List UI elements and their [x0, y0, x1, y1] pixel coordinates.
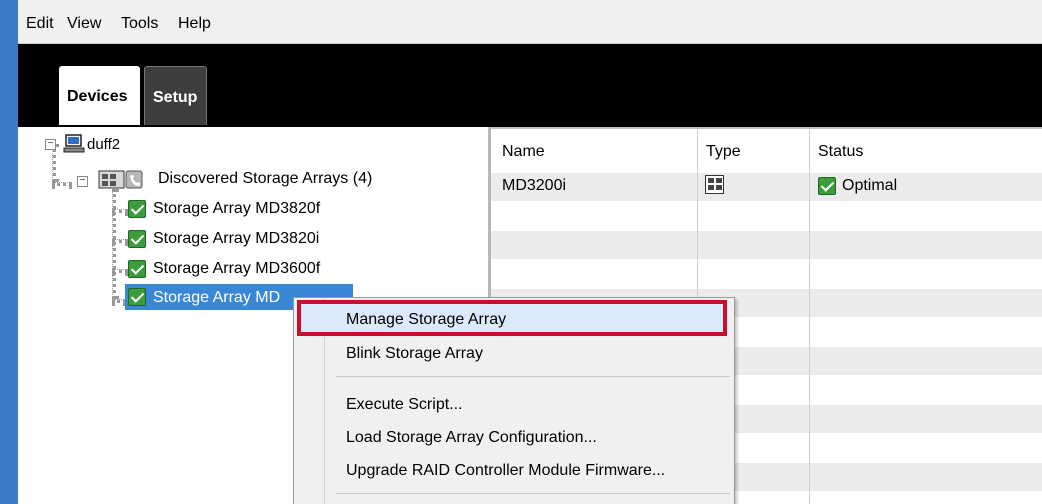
menu-help[interactable]: Help	[178, 15, 211, 33]
menu-edit[interactable]: Edit	[26, 15, 54, 33]
check-icon	[128, 230, 146, 248]
collapse-group-toggle[interactable]: −	[77, 176, 88, 187]
cell-status: Optimal	[842, 177, 898, 194]
tree-connector	[112, 299, 126, 303]
storage-array-icon	[705, 175, 724, 194]
collapse-root-toggle[interactable]: −	[45, 139, 56, 150]
check-icon	[128, 200, 146, 218]
menu-item-load-config[interactable]: Load Storage Array Configuration...	[346, 429, 597, 447]
context-menu: Manage Storage Array Blink Storage Array…	[293, 297, 735, 504]
tree-connector	[112, 209, 128, 213]
column-header-name[interactable]: Name	[502, 143, 545, 161]
tab-setup-label: Setup	[153, 89, 198, 106]
tree-array-item[interactable]: Storage Array MD3820f	[153, 200, 320, 218]
tree-connector	[112, 189, 116, 299]
menu-separator	[336, 376, 730, 377]
column-header-type[interactable]: Type	[706, 143, 741, 161]
menu-view[interactable]: View	[67, 15, 101, 33]
tree-group-label[interactable]: Discovered Storage Arrays (4)	[158, 170, 372, 188]
menu-item-blink[interactable]: Blink Storage Array	[346, 345, 483, 363]
app-window: Edit View Tools Help Devices Setup − duf…	[18, 0, 1042, 504]
menu-tools[interactable]: Tools	[121, 15, 158, 33]
check-icon	[128, 288, 146, 306]
tree-array-item-selected[interactable]: Storage Array MD	[153, 289, 280, 307]
column-header-status[interactable]: Status	[818, 143, 863, 161]
tab-devices-label: Devices	[67, 88, 128, 105]
tree-root-label[interactable]: duff2	[87, 136, 120, 153]
check-icon	[128, 260, 146, 278]
menu-separator	[336, 493, 730, 494]
tree-connector	[52, 182, 72, 186]
computer-icon	[63, 134, 85, 153]
tree-array-item[interactable]: Storage Array MD3600f	[153, 260, 320, 278]
storage-group-icon	[98, 170, 143, 189]
column-divider	[809, 129, 810, 504]
check-icon	[818, 177, 836, 195]
tree-connector	[112, 239, 128, 243]
tab-devices[interactable]: Devices	[59, 66, 140, 125]
menu-item-manage[interactable]: Manage Storage Array	[346, 311, 506, 329]
cell-name: MD3200i	[502, 177, 567, 194]
table-row[interactable]	[491, 173, 1042, 201]
tree-connector	[112, 269, 128, 273]
menu-item-upgrade-firmware[interactable]: Upgrade RAID Controller Module Firmware.…	[346, 462, 665, 480]
menubar: Edit View Tools Help	[18, 0, 1042, 44]
table-row-empty	[491, 231, 1042, 259]
tree-array-item[interactable]: Storage Array MD3820i	[153, 230, 319, 248]
tab-setup[interactable]: Setup	[144, 66, 207, 125]
menu-item-execute-script[interactable]: Execute Script...	[346, 396, 463, 414]
window-frame	[0, 0, 18, 504]
